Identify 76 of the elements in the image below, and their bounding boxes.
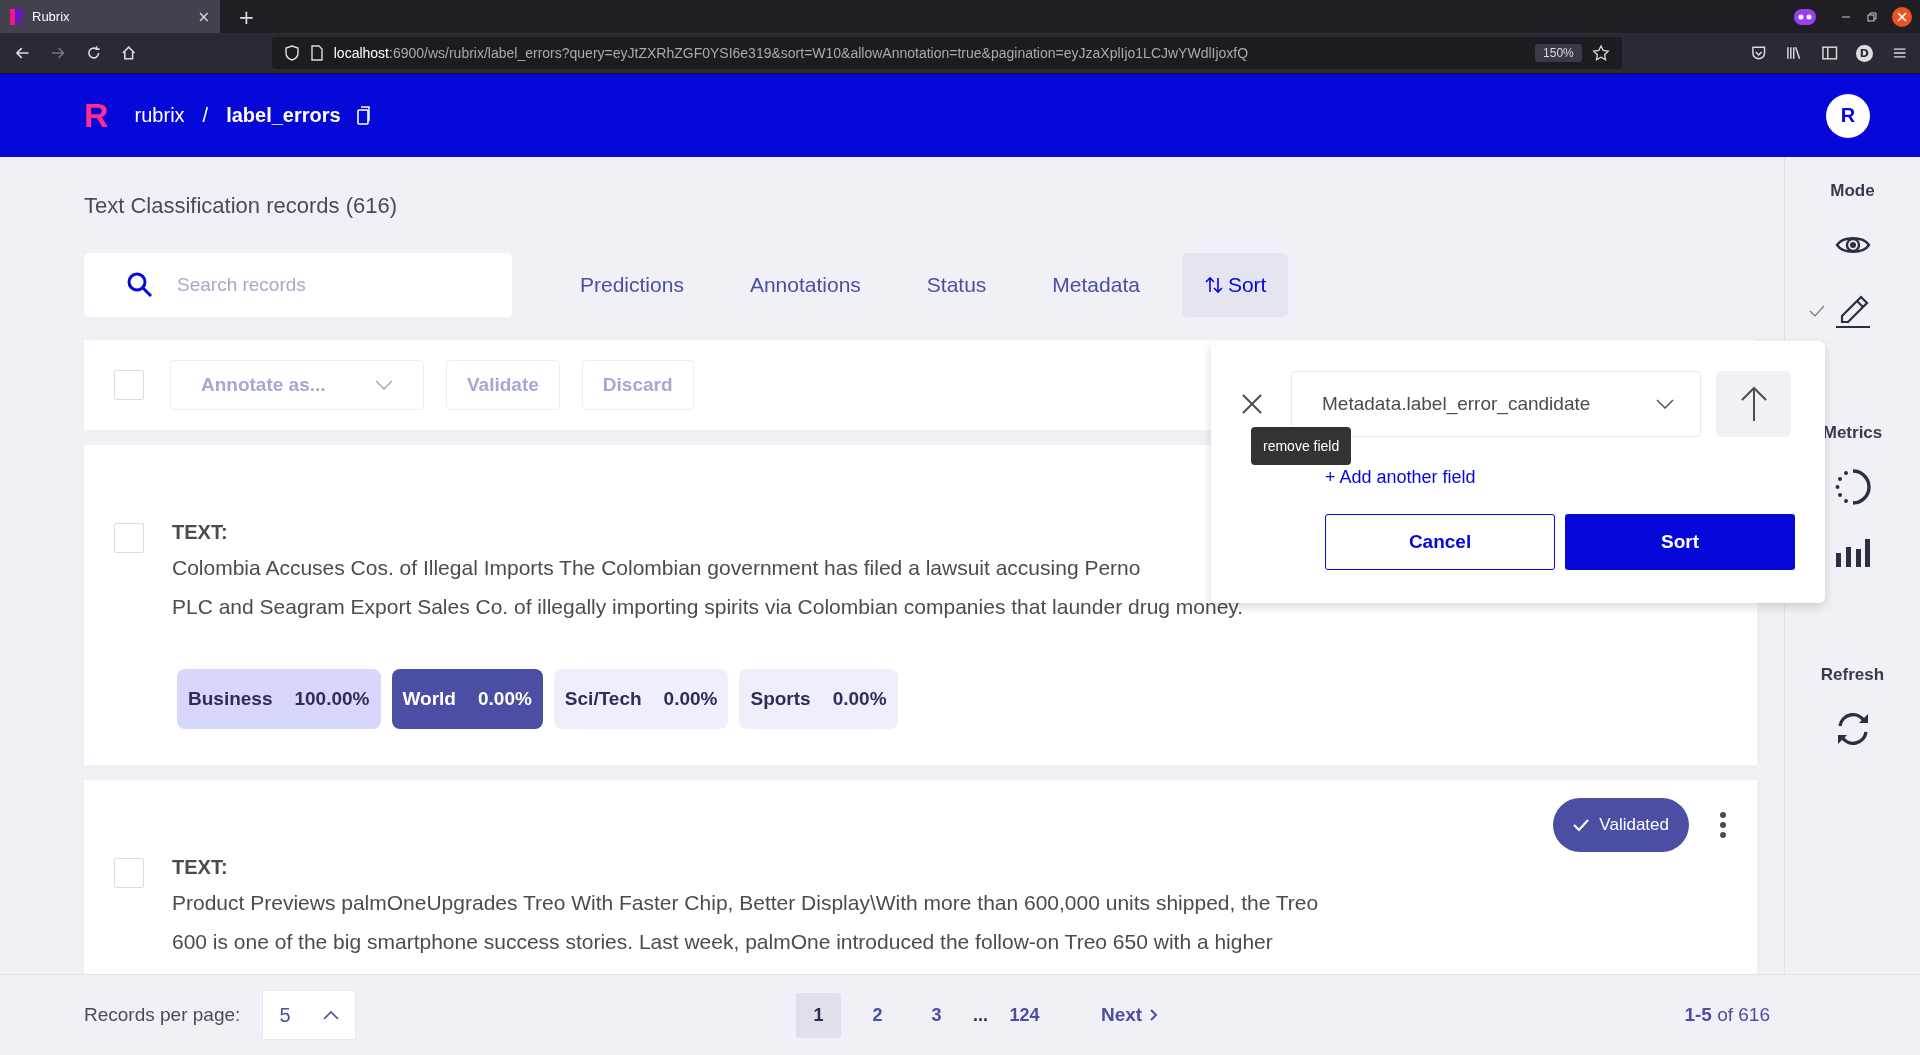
sidebar-icon[interactable] [1820, 44, 1839, 62]
sort-confirm-button[interactable]: Sort [1565, 514, 1795, 570]
label-chip[interactable]: Sports 0.00% [739, 669, 898, 729]
page-button[interactable]: 1 [796, 992, 841, 1038]
chevron-down-icon [1656, 399, 1674, 409]
sort-direction-button[interactable] [1716, 371, 1791, 437]
status-badge: Validated [1553, 798, 1689, 852]
cancel-button[interactable]: Cancel [1325, 514, 1556, 570]
page-button[interactable]: 2 [855, 992, 900, 1038]
shield-icon [283, 45, 300, 61]
close-window-icon[interactable] [1892, 6, 1912, 27]
record-text-line: Colombia Accuses Cos. of Illegal Imports The Colombian government has filed a lawsuit accusing Perno [172, 555, 1141, 581]
sort-icon [1203, 275, 1224, 295]
mask-icon[interactable] [1794, 8, 1816, 25]
filter-tab[interactable]: Predictions [556, 253, 708, 317]
url-text: localhost:6900/ws/rubrix/label_errors?query=eyJtZXRhZGF0YSI6e319&sort=W10&allowAnnotation=true&pagination=eyJzaXplIjo1LCJwYWdlIjoxfQ [333, 45, 1250, 61]
project-link[interactable]: rubrix [134, 104, 185, 127]
progress-ring-icon[interactable] [1834, 469, 1871, 505]
page-title: Text Classification records (616) [84, 193, 398, 219]
sidebar-heading: Metrics [1822, 423, 1883, 443]
check-icon [1573, 818, 1590, 832]
user-avatar[interactable]: R [1826, 93, 1870, 138]
home-icon[interactable] [120, 44, 138, 62]
close-icon[interactable] [1241, 393, 1263, 415]
arrow-up-icon [1739, 386, 1768, 422]
page-icon [309, 45, 324, 61]
record-text-line: 600 is one of the big smartphone success stories. Last week, palmOne introduced the follow-on Treo 650 with a higher [172, 929, 1273, 955]
zoom-badge[interactable]: 150% [1535, 44, 1582, 62]
field-label: TEXT: [172, 856, 228, 879]
bar-chart-icon[interactable] [1834, 539, 1871, 567]
page-size-select[interactable]: 5 [262, 990, 357, 1040]
favicon-icon [10, 8, 24, 25]
record-text-line: Product Previews palmOneUpgrades Treo With Faster Chip, Better Display\With more than 600,000 units shipped, the Treo [172, 890, 1319, 916]
browser-tab[interactable]: Rubrix × [0, 0, 220, 33]
filter-tab[interactable]: Annotations [725, 253, 885, 317]
dataset-name: label_errors [226, 104, 341, 127]
label-chip[interactable]: World 0.00% [391, 669, 543, 729]
page-button[interactable]: 124 [1002, 992, 1047, 1038]
sort-field-dropdown[interactable]: Metadata.label_error_candidate [1291, 371, 1701, 437]
record-text-line: PLC and Seagram Export Sales Co. of illegally importing spirits via Colombian companies that launder drug money. [172, 594, 1244, 620]
pocket-icon[interactable] [1749, 44, 1768, 62]
label-chip[interactable]: Sci/Tech 0.00% [553, 669, 729, 729]
filter-tab[interactable]: Status [902, 253, 1011, 317]
profile-avatar[interactable]: D [1856, 44, 1873, 62]
sidebar-heading: Mode [1830, 181, 1875, 201]
page-button[interactable]: 3 [914, 992, 959, 1038]
sidebar-heading: Refresh [1820, 665, 1885, 685]
copy-icon[interactable] [354, 105, 371, 126]
star-icon[interactable] [1591, 44, 1610, 62]
filter-tab[interactable]: Metadata [1028, 253, 1164, 317]
tab-title: Rubrix [32, 9, 71, 24]
restore-icon[interactable] [1866, 10, 1878, 23]
add-field-link[interactable]: + Add another field [1325, 467, 1476, 488]
pencil-icon[interactable] [1834, 293, 1871, 329]
select-all-checkbox[interactable] [114, 370, 144, 400]
record-range: 1-5 of 616 [1684, 1004, 1770, 1026]
chevron-down-icon [375, 380, 393, 390]
records-per-page-label: Records per page: [84, 1004, 241, 1026]
record-checkbox[interactable] [114, 523, 144, 553]
record-checkbox[interactable] [114, 858, 144, 888]
label-chip[interactable]: Business 100.00% [177, 669, 381, 729]
library-icon[interactable] [1785, 44, 1803, 62]
more-icon[interactable] [1719, 812, 1727, 838]
address-bar[interactable]: localhost:6900/ws/rubrix/label_errors?query=eyJtZXRhZGF0YSI6e319&sort=W10&allowAnnotation=true&pagination=eyJzaXplIjo1LCJwYWdlIjoxfQ 150% [271, 37, 1622, 69]
close-tab-button[interactable]: × [197, 7, 210, 26]
sort-button[interactable]: Sort [1181, 253, 1289, 317]
chevron-right-icon [1150, 1009, 1159, 1021]
next-page-button[interactable]: Next [1095, 1003, 1165, 1027]
chevron-up-icon [323, 1010, 340, 1020]
field-label: TEXT: [172, 521, 228, 544]
search-icon [126, 271, 154, 299]
tooltip: remove field [1251, 427, 1352, 465]
new-tab-button[interactable]: + [238, 4, 255, 29]
breadcrumb-separator: / [202, 104, 209, 127]
search-field[interactable]: Search records [84, 253, 512, 317]
page-ellipsis: ... [973, 1004, 988, 1026]
